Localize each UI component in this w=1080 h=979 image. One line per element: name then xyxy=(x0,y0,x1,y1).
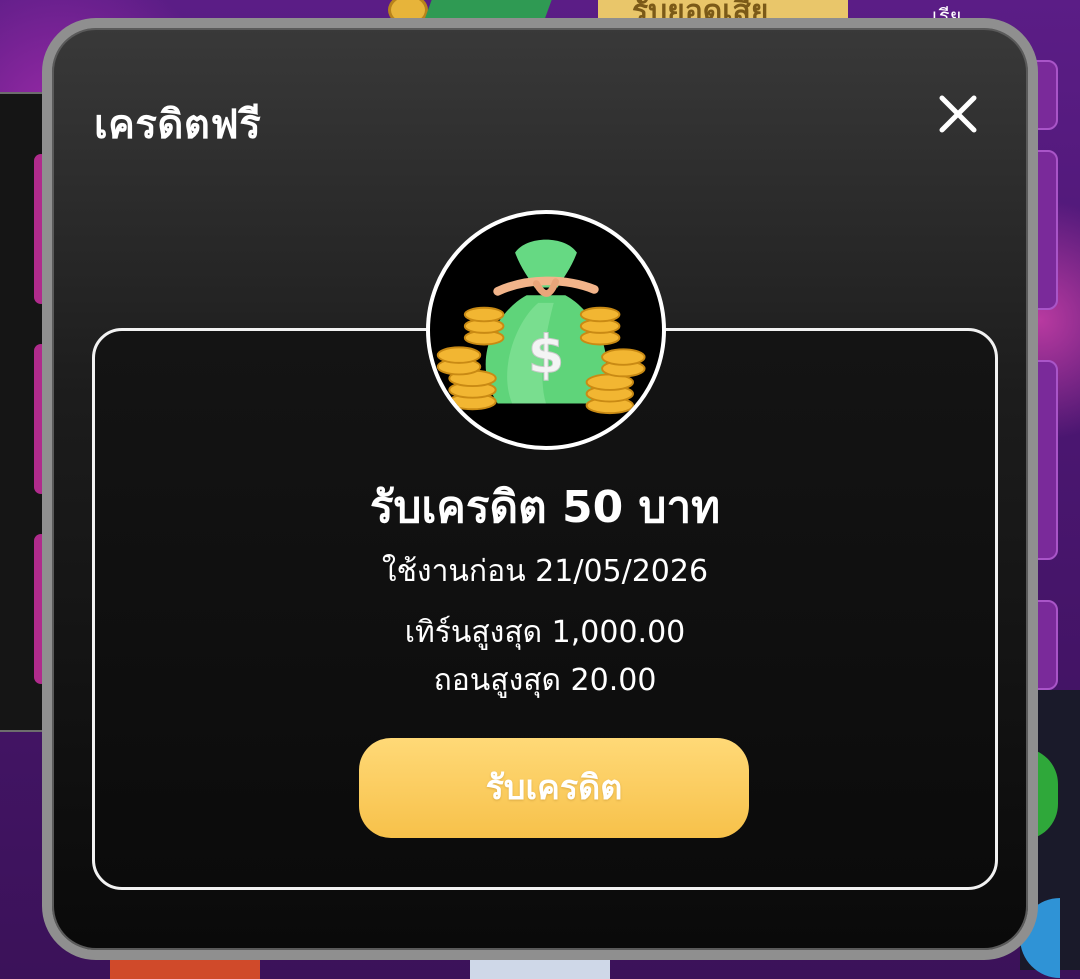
expiry-date: ใช้งานก่อน 21/05/2026 xyxy=(381,554,709,589)
claim-credit-button[interactable]: รับเครดิต xyxy=(359,738,749,838)
max-turnover: เทิร์นสูงสุด 1,000.00 xyxy=(404,615,686,650)
close-icon xyxy=(939,95,977,133)
free-credit-modal: เครดิตฟรี $ รับเครดิต 50 บาท ใช้งานก่อน … xyxy=(42,18,1038,960)
modal-title: เครดิตฟรี xyxy=(94,102,262,148)
money-bag-icon: $ xyxy=(436,239,646,415)
background-side-panel xyxy=(0,92,48,732)
credit-details: รับเครดิต 50 บาท ใช้งานก่อน 21/05/2026 เ… xyxy=(92,476,998,702)
max-withdraw: ถอนสูงสุด 20.00 xyxy=(433,663,657,698)
money-icon xyxy=(424,0,552,20)
svg-text:$: $ xyxy=(528,326,564,386)
close-button[interactable] xyxy=(934,90,982,138)
credit-amount-heading: รับเครดิต 50 บาท xyxy=(369,482,721,533)
promo-icon-frame: $ xyxy=(426,210,666,450)
